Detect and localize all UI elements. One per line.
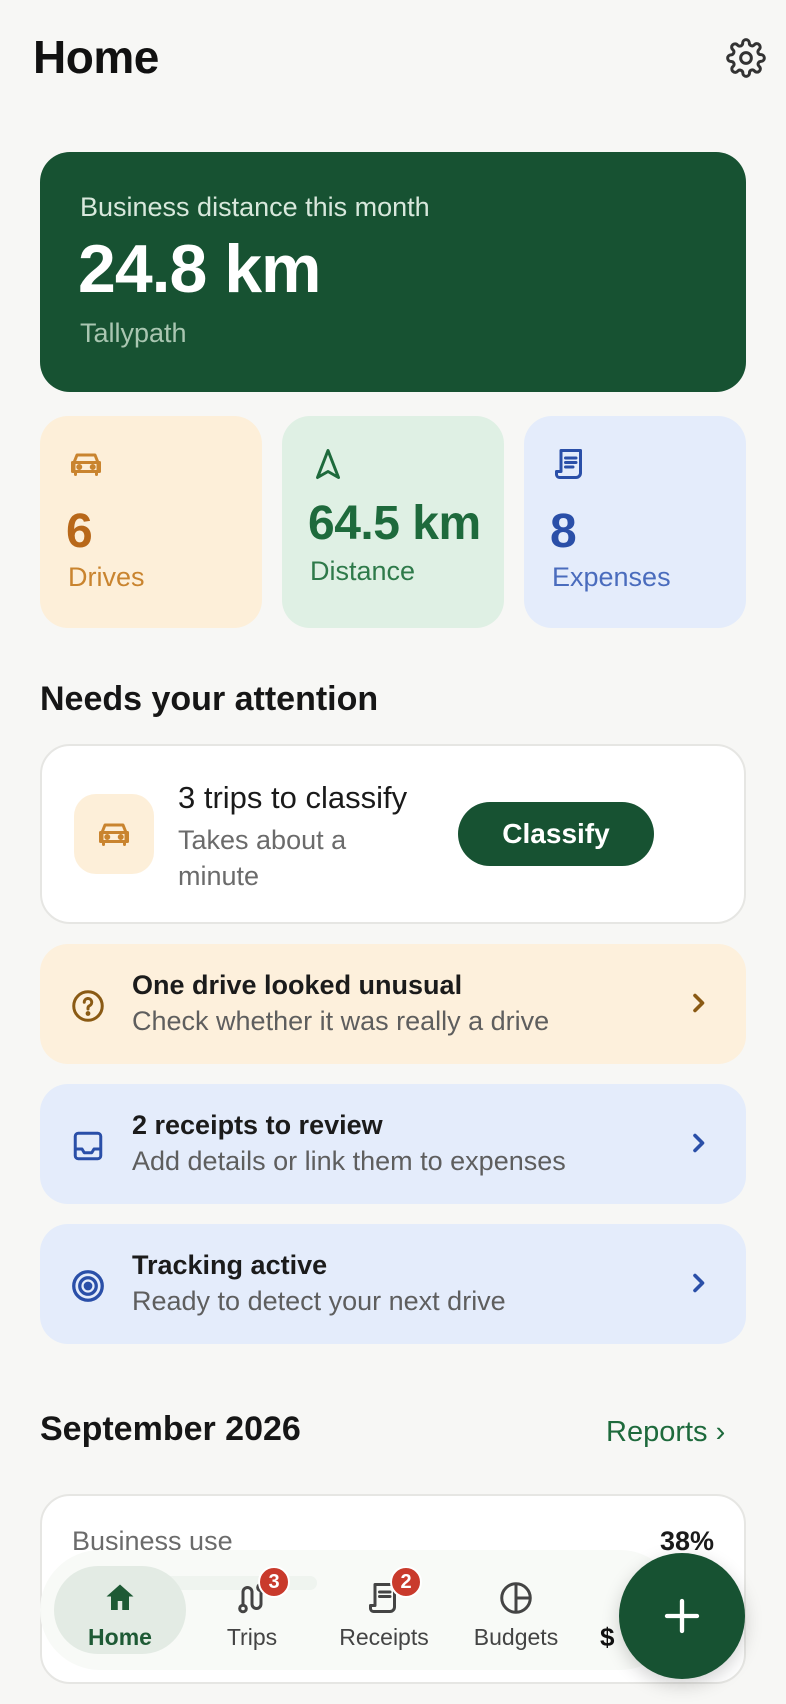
chevron-right-icon [686,1128,710,1158]
home-icon [100,1578,140,1618]
classify-subtitle: Takes about a minute [178,825,347,891]
classify-title: 3 trips to classify [178,780,408,815]
app-header: Home [0,0,786,120]
gear-icon [726,38,766,78]
drives-count: 6 [66,505,93,558]
receipts-review-title: 2 receipts to review [132,1110,383,1140]
trips-badge: 3 [258,1566,290,1598]
receipt-icon [552,446,588,482]
business-distance-card[interactable]: Business distance this month 24.8 km Tal… [40,152,746,392]
receipts-badge: 2 [390,1566,422,1598]
nav-home[interactable]: Home [54,1566,186,1654]
hero-value: 24.8 km [78,231,322,307]
bottom-navigation: Home 3 Trips 2 Receipts Budgets $ [40,1550,680,1670]
nav-budgets-label: Budgets [473,1624,559,1650]
settings-button[interactable] [722,34,770,82]
expenses-label: Expenses [552,562,671,592]
nav-receipts-label: Receipts [339,1624,429,1650]
chevron-right-icon [686,1268,710,1298]
receipts-review-subtitle: Add details or link them to expenses [132,1146,566,1176]
car-icon [68,446,104,482]
nav-receipts[interactable]: 2 Receipts [318,1550,450,1670]
pie-chart-icon [496,1578,536,1618]
hero-subtitle: Tallypath [80,318,187,348]
question-circle-icon [68,986,108,1026]
month-title: September 2026 [40,1410,301,1448]
nav-trips-label: Trips [226,1624,278,1650]
expenses-count: 8 [550,505,577,558]
tracking-subtitle: Ready to detect your next drive [132,1286,506,1316]
unusual-drive-title: One drive looked unusual [132,970,463,1000]
car-icon [99,823,129,846]
nav-home-label: Home [88,1624,152,1650]
reports-link[interactable]: Reports › [606,1416,725,1449]
tracking-title: Tracking active [132,1250,328,1280]
unusual-drive-subtitle: Check whether it was really a drive [132,1006,550,1036]
distance-value: 64.5 km [308,497,481,550]
inbox-icon [68,1126,108,1166]
hero-label: Business distance this month [80,192,430,222]
receipts-review-item[interactable]: 2 receipts to review Add details or link… [40,1084,746,1204]
chevron-right-icon [686,988,710,1018]
classify-icon-box [74,794,154,874]
expenses-stat-card[interactable]: 8 Expenses [524,416,746,628]
distance-label: Distance [310,556,416,586]
attention-section-title: Needs your attention [40,680,379,718]
nav-budgets[interactable]: Budgets [450,1550,582,1670]
unusual-drive-item[interactable]: One drive looked unusual Check whether i… [40,944,746,1064]
target-icon [68,1266,108,1306]
distance-stat-card[interactable]: 64.5 km Distance [282,416,504,628]
classify-trips-card: 3 trips to classify Takes about a minute… [40,744,746,924]
drives-label: Drives [68,562,145,592]
add-fab-button[interactable] [619,1553,745,1679]
drives-stat-card[interactable]: 6 Drives [40,416,262,628]
nav-trips[interactable]: 3 Trips [186,1550,318,1670]
tracking-active-item[interactable]: Tracking active Ready to detect your nex… [40,1224,746,1344]
plus-icon [664,1598,700,1634]
classify-button[interactable]: Classify [458,802,654,866]
navigation-arrow-icon [310,446,346,482]
page-title: Home [33,31,159,83]
